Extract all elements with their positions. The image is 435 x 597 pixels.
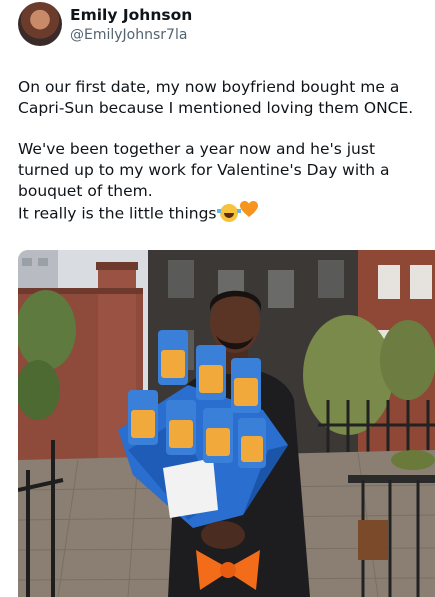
photo-man-with-capri-sun-bouquet (18, 250, 435, 597)
tweet-paragraph-3-text: It really is the little things (18, 204, 217, 223)
tweet-paragraph-1: On our first date, my now boyfriend boug… (18, 78, 414, 117)
tweet-photo[interactable] (18, 250, 435, 597)
author-names: Emily Johnson @EmilyJohnsr7la (70, 6, 192, 44)
author-display-name[interactable]: Emily Johnson (70, 6, 192, 25)
orange-heart-icon (239, 201, 258, 224)
emoji-group (216, 201, 258, 224)
author-handle[interactable]: @EmilyJohnsr7la (70, 26, 192, 44)
tweet-header: Emily Johnson @EmilyJohnsr7la (18, 2, 192, 46)
tweet-paragraph-3: It really is the little things (18, 201, 423, 225)
laughing-with-tears-icon (216, 203, 241, 222)
tweet-paragraph-2: We've been together a year now and he's … (18, 140, 390, 200)
tweet: Emily Johnson @EmilyJohnsr7la On our fir… (0, 0, 435, 597)
avatar[interactable] (18, 2, 62, 46)
